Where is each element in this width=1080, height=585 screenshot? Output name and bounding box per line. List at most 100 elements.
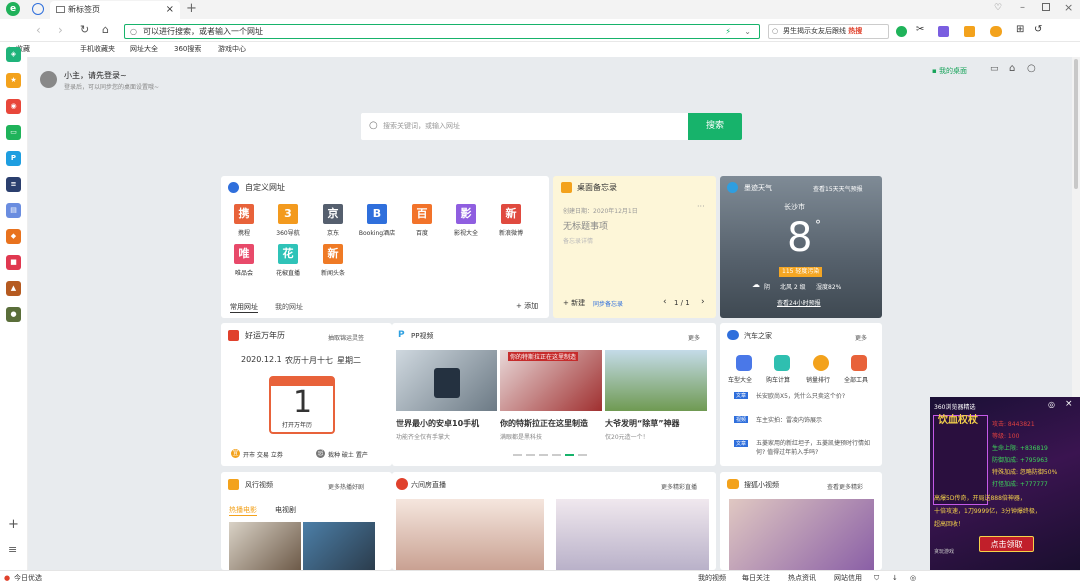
- grid-icon[interactable]: ⊞: [1016, 24, 1024, 35]
- daily-focus-link[interactable]: 每日关注: [742, 571, 770, 585]
- carousel-dot[interactable]: [526, 454, 535, 456]
- hot-news-link[interactable]: 热点资讯: [788, 571, 816, 585]
- memo-prev-icon[interactable]: ‹: [663, 297, 667, 307]
- tab-common-sites[interactable]: 常用网址: [230, 302, 258, 313]
- icon-label[interactable]: 销量排行: [806, 375, 830, 384]
- video-title-1[interactable]: 世界最小的安卓10手机: [396, 418, 479, 429]
- tab-new-tab[interactable]: 新标签页 ×: [50, 1, 180, 19]
- news-icon[interactable]: ≡: [6, 177, 21, 192]
- weather-forecast-link[interactable]: 查看15天天气预报: [813, 184, 863, 193]
- autohome-more-link[interactable]: 更多: [855, 333, 867, 342]
- search-page-icon[interactable]: ○: [1027, 63, 1036, 74]
- wechat-icon[interactable]: [896, 26, 907, 37]
- video-thumb-1[interactable]: [396, 350, 497, 411]
- tab-my-sites[interactable]: 我的网址: [275, 302, 303, 312]
- icon-label[interactable]: 购车计算: [766, 375, 790, 384]
- dropdown-icon[interactable]: ⌄: [744, 25, 751, 38]
- hourly-link[interactable]: 查看24小时预报: [777, 298, 821, 307]
- memo-next-icon[interactable]: ›: [701, 297, 705, 307]
- open-calendar-link[interactable]: 打开万年历: [282, 420, 312, 429]
- tab-hot-movies[interactable]: 热播电影: [229, 505, 257, 516]
- main-search-button[interactable]: 搜索: [688, 113, 742, 140]
- apps-icon[interactable]: ◈: [6, 47, 21, 62]
- memo-new-button[interactable]: + 新建: [563, 298, 585, 308]
- scissors-icon[interactable]: ✂: [916, 24, 924, 35]
- avatar[interactable]: [40, 71, 57, 88]
- all-tools-icon[interactable]: [851, 355, 867, 371]
- game-icon[interactable]: [990, 26, 1002, 37]
- address-bar[interactable]: ○ 可以进行搜索，或者输入一个网址 ⚡ ⌄: [124, 24, 760, 39]
- site-tile[interactable]: B Booking酒店: [357, 204, 397, 242]
- site-tile[interactable]: 3 360导航: [268, 204, 308, 242]
- back-icon[interactable]: ‹: [36, 23, 41, 37]
- site-tile[interactable]: 携携程: [224, 204, 264, 242]
- liujian-more-link[interactable]: 更多精彩直播: [661, 482, 697, 491]
- my-desktop-link[interactable]: ▪ 我的桌面: [932, 66, 967, 76]
- main-search-box[interactable]: ○ 搜索关键词，或输入网址: [361, 113, 688, 140]
- browser-logo[interactable]: e: [6, 2, 20, 16]
- game3-icon[interactable]: ▲: [6, 281, 21, 296]
- video-title-3[interactable]: 大爷发明“除草”神器: [605, 418, 680, 429]
- site-tile[interactable]: 花花椒直播: [268, 244, 308, 282]
- live-thumb-1[interactable]: [396, 499, 544, 570]
- home-page-icon[interactable]: ⌂: [1009, 63, 1015, 74]
- add-site-button[interactable]: + 添加: [516, 301, 538, 311]
- shield-status-icon[interactable]: ⛉: [874, 571, 879, 585]
- news-item-3[interactable]: 五菱家用的新红坦子，五菱凯捷预时行情如何? 值得过年前入手吗?: [756, 439, 876, 457]
- compass-icon[interactable]: [32, 3, 44, 15]
- mail-icon[interactable]: ▭: [6, 125, 21, 140]
- sales-rank-icon[interactable]: [813, 355, 829, 371]
- layout-icon[interactable]: ▭: [990, 64, 999, 74]
- carousel-dots[interactable]: [513, 454, 593, 456]
- favorites-icon[interactable]: ★: [6, 73, 21, 88]
- scroll-thumb[interactable]: [1074, 59, 1078, 189]
- calendar-page[interactable]: 1 打开万年历: [269, 376, 335, 434]
- shield-icon[interactable]: [964, 26, 975, 37]
- ad-close-icon[interactable]: ×: [1065, 399, 1073, 409]
- memo-entry[interactable]: 无标题事项: [563, 219, 608, 232]
- doc-icon[interactable]: ▤: [6, 203, 21, 218]
- undo-icon[interactable]: ↺: [1034, 24, 1042, 35]
- bookmark-gamecenter[interactable]: 游戏中心: [218, 42, 246, 57]
- top-search-box[interactable]: ○ 男生揭示女友后跟线 热搜: [768, 24, 889, 39]
- user-greeting[interactable]: 小主，请先登录~: [64, 70, 127, 81]
- fengxing-more-link[interactable]: 更多热播好剧: [328, 482, 364, 491]
- weather-city[interactable]: 长沙市: [784, 202, 805, 212]
- carousel-dot[interactable]: [578, 454, 587, 456]
- movie-poster-2[interactable]: [303, 522, 375, 570]
- add-icon[interactable]: +: [8, 517, 19, 532]
- minimize-icon[interactable]: –: [1020, 2, 1025, 13]
- my-video-link[interactable]: 我的视频: [698, 571, 726, 585]
- sohu-thumb[interactable]: [729, 499, 874, 570]
- memo-more-icon[interactable]: ···: [697, 202, 705, 211]
- game-ad-popup[interactable]: 360浏览器精选 ◎ × 饮血权杖 攻击: 8443821 等级: 100 生命…: [930, 397, 1080, 585]
- menu-icon[interactable]: ≡: [8, 543, 17, 556]
- site-tile[interactable]: 新新浪微博: [491, 204, 531, 242]
- ad-cta-button[interactable]: 点击领取: [979, 536, 1034, 552]
- game4-icon[interactable]: ●: [6, 307, 21, 322]
- bookmark-360search[interactable]: 360搜索: [174, 42, 201, 57]
- download-icon[interactable]: ↓: [892, 571, 898, 585]
- bookmark-mobile[interactable]: 手机收藏夹: [80, 42, 115, 57]
- carousel-dot[interactable]: [513, 454, 522, 456]
- carousel-dot[interactable]: [552, 454, 561, 456]
- restore-icon[interactable]: [1042, 3, 1050, 11]
- new-tab-button[interactable]: +: [186, 1, 197, 16]
- close-tab-icon[interactable]: ×: [166, 1, 174, 19]
- news-item-1[interactable]: 长安欧尚X5，凭什么只卖这个价?: [756, 391, 876, 400]
- today-picks[interactable]: 今日优选: [14, 571, 42, 585]
- site-tile[interactable]: 唯唯品会: [224, 244, 264, 282]
- news-item-2[interactable]: 车主实拍：雷凌内饰展示: [756, 415, 822, 424]
- icon-label[interactable]: 车型大全: [728, 375, 752, 384]
- pp-icon[interactable]: P: [6, 151, 21, 166]
- tab-tv-series[interactable]: 电视剧: [275, 505, 296, 515]
- icon-label[interactable]: 全部工具: [844, 375, 868, 384]
- game2-icon[interactable]: ■: [6, 255, 21, 270]
- site-credit-link[interactable]: 网站信用: [834, 571, 862, 585]
- carousel-dot[interactable]: [539, 454, 548, 456]
- bookmark-directory[interactable]: 网址大全: [130, 42, 158, 57]
- game1-icon[interactable]: ◆: [6, 229, 21, 244]
- pp-more-link[interactable]: 更多: [688, 333, 700, 342]
- site-tile[interactable]: 百百度: [402, 204, 442, 242]
- memo-sync-link[interactable]: 同步备忘录: [593, 299, 623, 308]
